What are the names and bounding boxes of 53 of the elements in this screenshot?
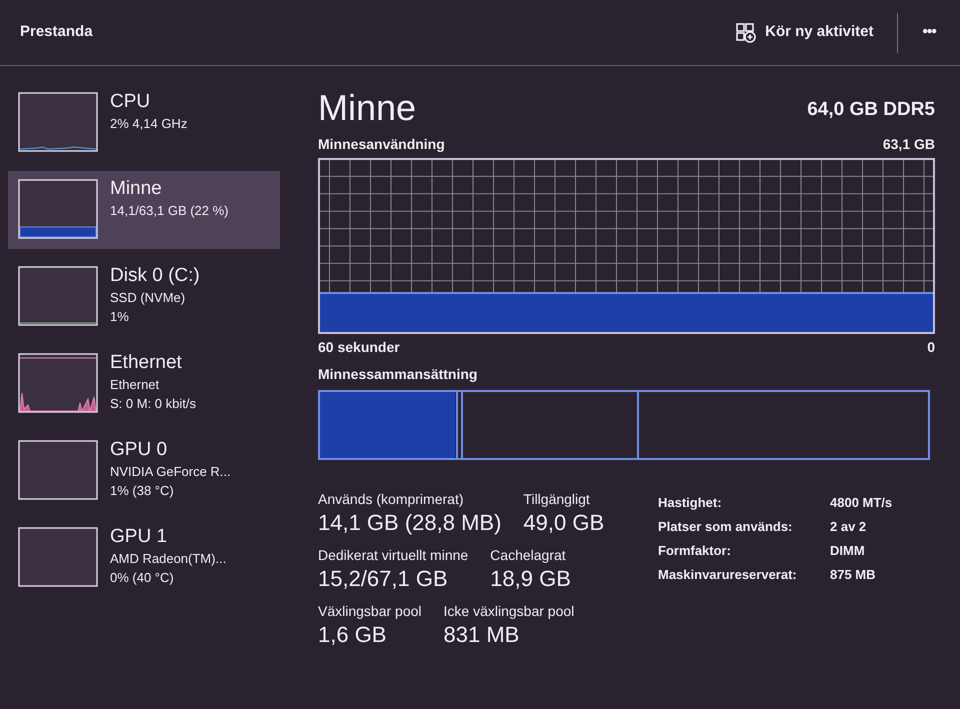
stat-label: Växlingsbar pool [318, 602, 422, 620]
stat-label: Används (komprimerat) [318, 490, 464, 508]
device-detail: Ethernet [110, 376, 160, 394]
device-name: CPU [110, 90, 152, 114]
device-name: Minne [110, 177, 163, 201]
graph-time-label: 0 [927, 338, 935, 357]
composition-label: Minnessammansättning [318, 365, 478, 384]
sidebar-item[interactable]: CPU 2% 4,14 GHz [8, 84, 280, 162]
graph-label: Minnesanvändning [318, 135, 445, 154]
device-detail: 14,1/63,1 GB (22 %) [110, 202, 229, 220]
stat-value: 1,6 GB [318, 621, 388, 649]
add-window-icon [735, 22, 758, 44]
stat-label: Cachelagrat [490, 546, 567, 564]
device-detail: SSD (NVMe) [110, 289, 186, 307]
device-name: Disk 0 (C:) [110, 264, 200, 288]
stat-value: 15,2/67,1 GB [318, 565, 449, 593]
property-label: Formfaktor: [658, 542, 732, 560]
section-title: Minne [318, 88, 416, 128]
device-detail: 1% [110, 308, 130, 326]
stat-label: Dedikerat virtuellt minne [318, 546, 468, 564]
property-value: 2 av 2 [830, 518, 866, 536]
device-name: GPU 1 [110, 525, 168, 549]
property-label: Hastighet: [658, 494, 723, 512]
sidebar-item[interactable]: GPU 0 NVIDIA GeForce R... 1% (38 °C) [8, 432, 280, 510]
memory-capacity: 64,0 GB DDR5 [807, 98, 935, 122]
graph-max-label: 63,1 GB [882, 135, 935, 154]
device-name: Ethernet [110, 351, 183, 375]
page-title: Prestanda [20, 22, 93, 42]
stat-value: 49,0 GB [523, 509, 604, 537]
stat-label: Tillgängligt [523, 490, 591, 508]
sidebar-item[interactable]: GPU 1 AMD Radeon(TM)... 0% (40 °C) [8, 519, 280, 597]
device-detail: 2% 4,14 GHz [110, 115, 188, 133]
stat-label: Icke växlingsbar pool [444, 602, 574, 620]
device-detail: S: 0 M: 0 kbit/s [110, 395, 196, 413]
run-task-button[interactable]: Kör ny aktivitet [727, 17, 882, 48]
device-detail: 1% (38 °C) [110, 482, 175, 500]
device-detail: NVIDIA GeForce R... [110, 463, 231, 481]
stat-value: 831 MB [444, 621, 520, 649]
stat-value: 18,9 GB [490, 565, 571, 593]
device-name: GPU 0 [110, 438, 168, 462]
property-value: 875 MB [830, 566, 876, 584]
property-value: 4800 MT/s [830, 494, 892, 512]
more-button[interactable]: ••• [914, 21, 944, 44]
graph-time-label: 60 sekunder [318, 338, 400, 357]
property-label: Platser som används: [658, 518, 794, 536]
device-detail: 0% (40 °C) [110, 569, 175, 587]
sidebar-item[interactable]: Ethernet Ethernet S: 0 M: 0 kbit/s [8, 345, 280, 423]
stat-value: 14,1 GB (28,8 MB) [318, 509, 502, 537]
property-label: Maskinvarureserverat: [658, 566, 798, 584]
sidebar-item[interactable]: Minne 14,1/63,1 GB (22 %) [8, 171, 280, 249]
device-detail: AMD Radeon(TM)... [110, 550, 226, 568]
sidebar-item[interactable]: Disk 0 (C:) SSD (NVMe) 1% [8, 258, 280, 336]
property-value: DIMM [830, 542, 865, 560]
